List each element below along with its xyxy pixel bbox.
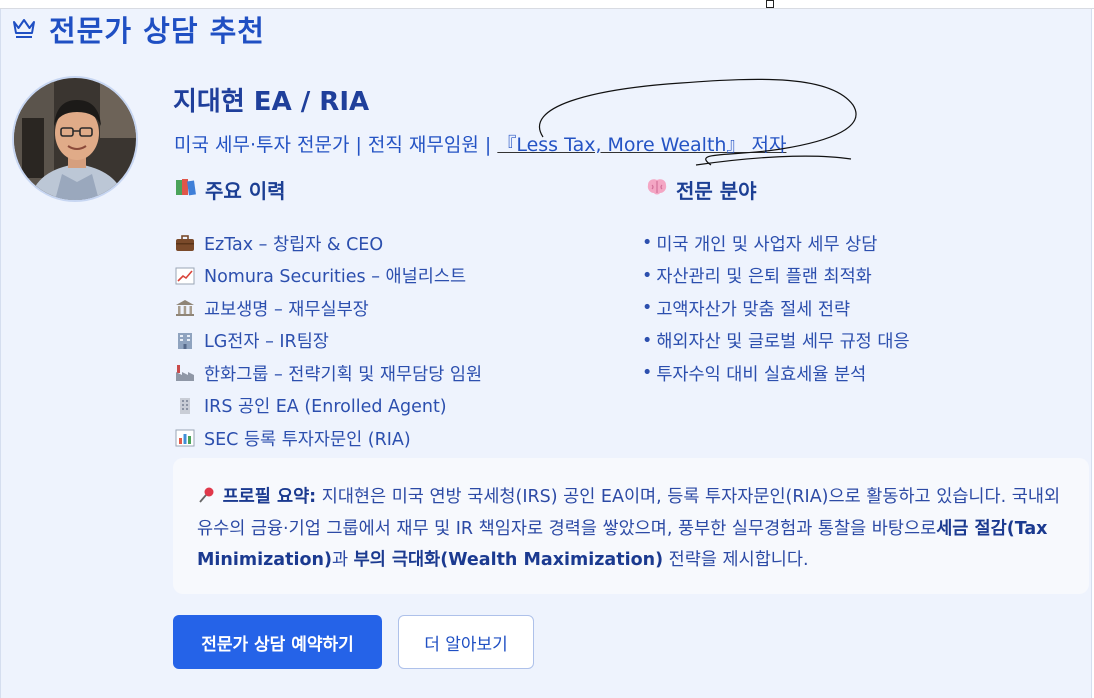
- handwritten-annotation-oval: [538, 78, 857, 166]
- bullet: •: [642, 298, 653, 319]
- briefcase-icon: [175, 234, 195, 252]
- list-item: • 자산관리 및 은퇴 플랜 최적화: [642, 260, 910, 293]
- expertise-item-text: 미국 개인 및 사업자 세무 상담: [656, 234, 878, 255]
- subtitle-roles: 미국 세무·투자 전문가 | 전직 재무임원 |: [174, 134, 498, 156]
- brain-icon: [646, 177, 668, 202]
- career-item-text: 한화그룹 – 전략기획 및 재무담당 임원: [204, 364, 483, 385]
- summary-text: 과: [331, 550, 354, 570]
- bar-chart-icon: [175, 429, 195, 447]
- expert-name: 지대현 EA / RIA: [173, 87, 370, 117]
- career-heading: 주요 이력: [175, 175, 286, 204]
- career-item-text: EzTax – 창립자 & CEO: [204, 234, 384, 255]
- summary-text: 전략을 제시합니다.: [663, 550, 809, 570]
- bullet: •: [642, 363, 653, 384]
- page: 전문가 상담 추천 지대현 EA / RIA 미국 세무·투자 전문가 | 전직…: [0, 0, 1094, 698]
- bullet: •: [642, 330, 653, 351]
- books-icon: [175, 177, 197, 202]
- summary-text: 지대현은 미국 연방 국세청(IRS) 공인 EA이며, 등록 투자자문인(RI…: [197, 487, 1061, 539]
- career-list: EzTax – 창립자 & CEO Nomura Securities – 애널…: [175, 227, 482, 455]
- career-item-text: IRS 공인 EA (Enrolled Agent): [204, 397, 447, 418]
- list-item: • 해외자산 및 글로벌 세무 규정 대응: [642, 325, 910, 358]
- crown-icon: [11, 14, 37, 44]
- summary-emphasis-wealth: 부의 극대화(Wealth Maximization): [353, 550, 664, 570]
- list-item: Nomura Securities – 애널리스트: [175, 260, 482, 293]
- expertise-item-text: 해외자산 및 글로벌 세무 규정 대응: [656, 332, 910, 353]
- profile-summary: 프로필 요약: 지대현은 미국 연방 국세청(IRS) 공인 EA이며, 등록 …: [173, 458, 1089, 594]
- list-item: LG전자 – IR팀장: [175, 325, 482, 358]
- career-item-text: 교보생명 – 재무실부장: [204, 299, 369, 320]
- career-item-text: LG전자 – IR팀장: [204, 332, 329, 353]
- bullet: •: [642, 265, 653, 286]
- expertise-item-text: 고액자산가 맞춤 절세 전략: [656, 299, 851, 320]
- book-consultation-button[interactable]: 전문가 상담 예약하기: [173, 615, 382, 669]
- expertise-item-text: 투자수익 대비 실효세율 분석: [656, 364, 867, 385]
- list-item: • 미국 개인 및 사업자 세무 상담: [642, 227, 910, 260]
- building-icon: [175, 397, 195, 415]
- list-item: IRS 공인 EA (Enrolled Agent): [175, 390, 482, 423]
- career-heading-label: 주요 이력: [205, 179, 286, 203]
- expert-avatar: [12, 76, 138, 202]
- list-item: SEC 등록 투자자문인 (RIA): [175, 422, 482, 455]
- expertise-heading-label: 전문 분야: [676, 179, 757, 203]
- expertise-heading: 전문 분야: [646, 175, 757, 204]
- card-header: 전문가 상담 추천: [11, 11, 265, 48]
- office-building-icon: [175, 332, 195, 350]
- expertise-list: • 미국 개인 및 사업자 세무 상담 • 자산관리 및 은퇴 플랜 최적화 • 고액…: [642, 227, 910, 390]
- list-item: • 투자수익 대비 실효세율 분석: [642, 357, 910, 390]
- expert-recommendation-card: 전문가 상담 추천 지대현 EA / RIA 미국 세무·투자 전문가 | 전직…: [0, 9, 1092, 698]
- list-item: 교보생명 – 재무실부장: [175, 292, 482, 325]
- list-item: • 고액자산가 맞춤 절세 전략: [642, 292, 910, 325]
- card-title: 전문가 상담 추천: [49, 14, 265, 48]
- career-item-text: SEC 등록 투자자문인 (RIA): [204, 429, 411, 450]
- factory-icon: [175, 364, 195, 382]
- bank-icon: [175, 299, 195, 317]
- career-item-text: Nomura Securities – 애널리스트: [204, 267, 467, 288]
- learn-more-button[interactable]: 더 알아보기: [398, 615, 534, 669]
- bullet: •: [642, 233, 653, 254]
- pushpin-icon: [197, 487, 223, 507]
- selection-handle[interactable]: [766, 0, 774, 8]
- chart-increasing-icon: [175, 267, 195, 285]
- summary-label: 프로필 요약:: [222, 487, 317, 507]
- list-item: 한화그룹 – 전략기획 및 재무담당 임원: [175, 357, 482, 390]
- list-item: EzTax – 창립자 & CEO: [175, 227, 482, 260]
- expertise-item-text: 자산관리 및 은퇴 플랜 최적화: [656, 267, 872, 288]
